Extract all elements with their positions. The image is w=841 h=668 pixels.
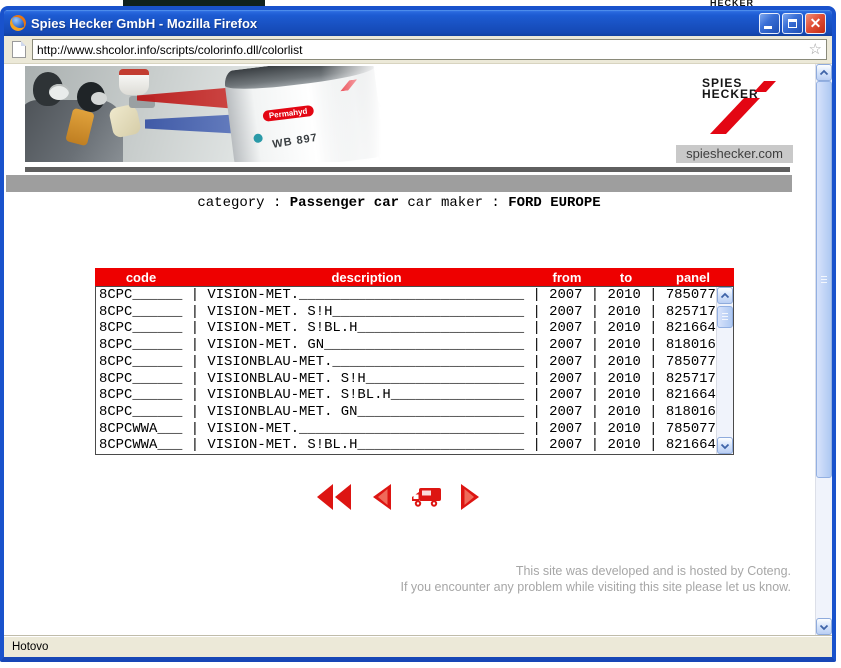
spray-gun-cup <box>119 69 149 95</box>
scroll-down-button[interactable] <box>717 437 733 454</box>
spray-glove <box>108 103 142 138</box>
pagination-nav <box>4 482 794 512</box>
can-brand-label: Permahyd <box>262 105 314 122</box>
car-maker-value: FORD EUROPE <box>508 195 600 211</box>
domain-label: spieshecker.com <box>676 145 793 163</box>
address-input[interactable]: http://www.shcolor.info/scripts/colorinf… <box>32 39 827 60</box>
scroll-up-button[interactable] <box>816 64 832 81</box>
close-icon: ✕ <box>810 16 822 30</box>
scroll-track[interactable] <box>717 304 733 437</box>
category-line: category : Passenger car car maker : FOR… <box>4 195 794 211</box>
window-title: Spies Hecker GmbH - Mozilla Firefox <box>31 16 759 31</box>
site-footer: This site was developed and is hosted by… <box>401 564 792 595</box>
url-text: http://www.shcolor.info/scripts/colorinf… <box>37 43 805 57</box>
chevron-up-icon <box>819 69 829 77</box>
color-list-table: code description from to panel 8CPC_____… <box>95 268 734 455</box>
header-code: code <box>99 270 183 285</box>
screen: HECKER Spies Hecker GmbH - Mozilla Firef… <box>0 0 841 668</box>
car-list-button[interactable] <box>409 482 443 512</box>
can-product-code: WB 897 <box>272 132 319 151</box>
header-description: description <box>208 270 525 285</box>
table-row: 8CPC______ | VISIONBLAU-MET. GN_________… <box>99 404 716 421</box>
table-row: 8CPC______ | VISION-MET. GN_____________… <box>99 337 716 354</box>
divider-bar-gray <box>6 175 792 192</box>
car-maker-label: car maker : <box>399 195 508 211</box>
table-row: 8CPC______ | VISION-MET. S!BL.H_________… <box>99 320 716 337</box>
table-row: 8CPC______ | VISION-MET. S!H____________… <box>99 304 716 321</box>
window-controls: ✕ <box>759 13 826 34</box>
chevron-down-icon <box>720 442 730 450</box>
close-button[interactable]: ✕ <box>805 13 826 34</box>
bookmark-star-icon[interactable]: ☆ <box>809 42 822 57</box>
respirator-mask <box>91 92 107 105</box>
firefox-icon <box>10 15 26 31</box>
table-row: 8CPCWWA___ | VISION-MET. S!BL.H_________… <box>99 437 716 454</box>
status-bar: Hotovo <box>4 635 832 657</box>
header-panel: panel <box>668 270 718 285</box>
category-label: category : <box>197 195 289 211</box>
scroll-thumb[interactable] <box>816 81 832 478</box>
can-badge <box>253 133 263 143</box>
minimize-icon <box>764 26 772 29</box>
minimize-button[interactable] <box>759 13 780 34</box>
chevron-down-icon <box>819 623 829 631</box>
page-icon <box>12 41 26 58</box>
header-to: to <box>609 270 643 285</box>
logo-slash-icon <box>696 76 782 138</box>
browser-scrollbar[interactable] <box>815 64 832 635</box>
respirator-mask <box>49 84 69 100</box>
category-value: Passenger car <box>290 195 399 211</box>
banner-photo: Permahyd WB 897 <box>25 66 381 162</box>
scroll-up-button[interactable] <box>717 287 733 304</box>
footer-line2: If you encounter any problem while visit… <box>401 580 792 596</box>
divider-bar-dark <box>25 167 790 172</box>
first-page-button[interactable] <box>315 482 353 512</box>
previous-page-button[interactable] <box>369 482 393 512</box>
scroll-thumb[interactable] <box>717 306 733 328</box>
table-row: 8CPC______ | VISIONBLAU-MET. S!H________… <box>99 371 716 388</box>
spies-hecker-logo: SPIES HECKER <box>696 76 782 138</box>
table-body: 8CPC______ | VISION-MET.________________… <box>95 286 734 455</box>
table-scrollbar[interactable] <box>716 287 733 454</box>
page-viewport: Permahyd WB 897 SPIES HECKER <box>4 64 832 635</box>
next-page-button[interactable] <box>459 482 483 512</box>
table-row: 8CPCWWA___ | VISION-MET.________________… <box>99 421 716 438</box>
scroll-track[interactable] <box>816 81 832 618</box>
photo-fade <box>321 66 381 162</box>
table-row: 8CPC______ | VISIONBLAU-MET. S!BL.H_____… <box>99 387 716 404</box>
maximize-icon <box>788 19 797 28</box>
scroll-down-button[interactable] <box>816 618 832 635</box>
header-from: from <box>550 270 584 285</box>
title-bar[interactable]: Spies Hecker GmbH - Mozilla Firefox ✕ <box>4 10 832 36</box>
url-toolbar: http://www.shcolor.info/scripts/colorinf… <box>4 36 832 64</box>
status-text: Hotovo <box>12 641 48 653</box>
web-page: Permahyd WB 897 SPIES HECKER <box>4 64 815 635</box>
chevron-up-icon <box>720 292 730 300</box>
browser-window: Spies Hecker GmbH - Mozilla Firefox ✕ ht… <box>0 6 836 662</box>
table-header: code description from to panel <box>95 268 734 286</box>
table-row: 8CPC______ | VISION-MET.________________… <box>99 287 716 304</box>
table-rows: 8CPC______ | VISION-MET.________________… <box>96 287 716 454</box>
maximize-button[interactable] <box>782 13 803 34</box>
footer-line1: This site was developed and is hosted by… <box>401 564 792 580</box>
table-row: 8CPC______ | VISIONBLAU-MET.____________… <box>99 354 716 371</box>
